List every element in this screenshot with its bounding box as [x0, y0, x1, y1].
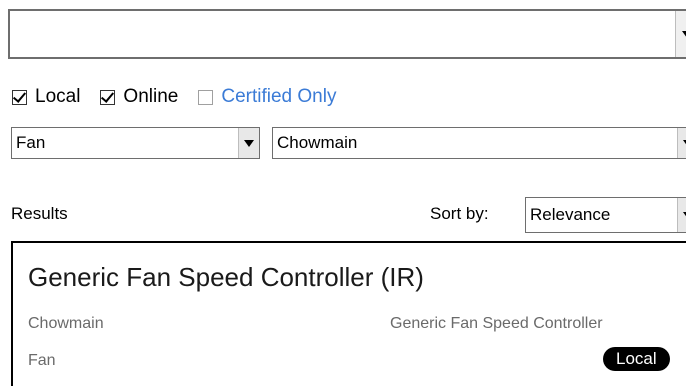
device-type-dropdown-button[interactable] — [238, 128, 259, 158]
certified-only-checkbox-box[interactable] — [198, 89, 214, 105]
source-filters: Local Online Certified Only — [12, 84, 356, 110]
results-label: Results — [11, 204, 68, 223]
sort-dropdown-button[interactable] — [677, 198, 686, 232]
result-model: Generic Fan Speed Controller — [390, 315, 603, 332]
device-type-select[interactable]: Fan — [11, 127, 260, 159]
chevron-down-icon — [682, 31, 686, 38]
result-title: Generic Fan Speed Controller (IR) — [28, 262, 424, 292]
search-dropdown-button[interactable] — [675, 11, 686, 57]
device-type-value: Fan — [16, 133, 46, 152]
online-checkbox-box[interactable] — [100, 88, 116, 105]
chevron-down-icon — [244, 140, 254, 147]
online-checkbox[interactable]: Online — [100, 86, 178, 108]
sort-by-select[interactable]: Relevance — [525, 197, 686, 233]
local-checkbox[interactable]: Local — [12, 86, 80, 108]
manufacturer-dropdown-button[interactable] — [677, 128, 686, 158]
local-checkbox-box[interactable] — [12, 88, 27, 105]
online-checkbox-label: Online — [123, 86, 179, 107]
certified-only-checkbox[interactable]: Certified Only — [198, 86, 336, 108]
manufacturer-value: Chowmain — [277, 133, 358, 152]
search-combo[interactable] — [8, 9, 686, 59]
manufacturer-select[interactable]: Chowmain — [272, 127, 686, 159]
result-category: Fan — [28, 352, 56, 369]
sort-by-label: Sort by: — [430, 204, 489, 223]
checkmark-icon — [101, 88, 115, 103]
result-manufacturer: Chowmain — [28, 315, 104, 332]
checkmark-icon — [12, 88, 27, 103]
certified-only-label: Certified Only — [221, 86, 337, 107]
local-checkbox-label: Local — [35, 86, 81, 107]
sort-by-value: Relevance — [530, 205, 611, 224]
local-badge: Local — [603, 347, 670, 371]
